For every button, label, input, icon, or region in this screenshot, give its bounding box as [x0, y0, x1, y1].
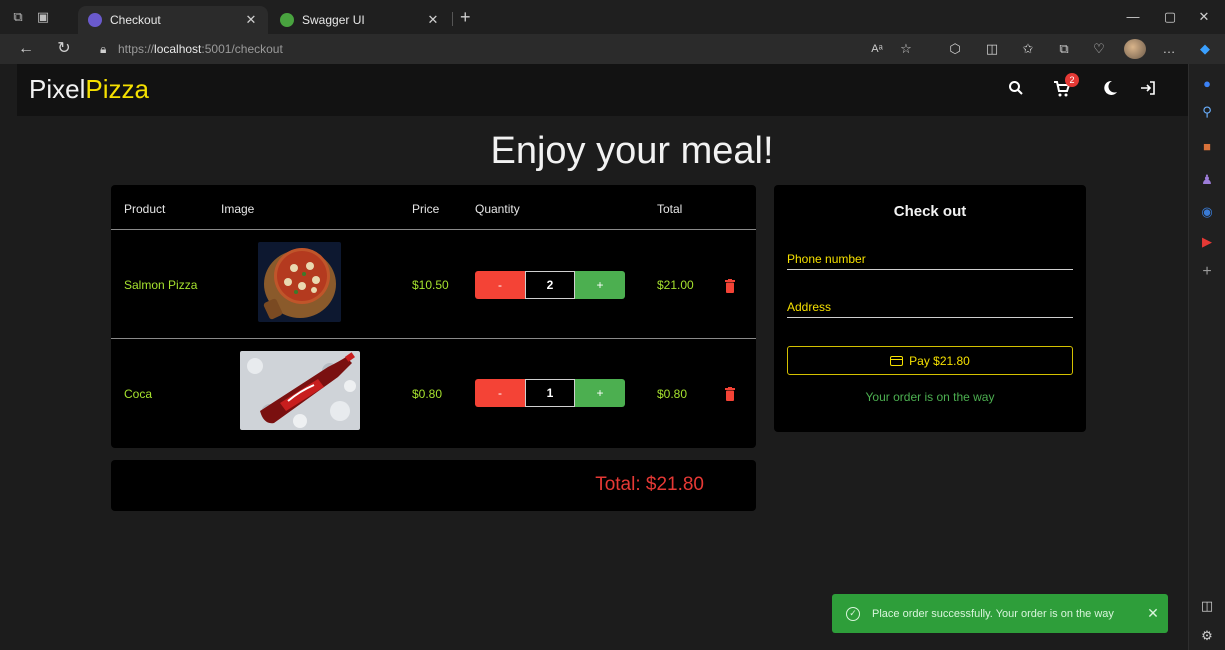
notification-bell-icon[interactable]: ● — [1199, 76, 1215, 92]
copilot-icon[interactable]: ◆ — [1196, 41, 1214, 57]
youtube-icon[interactable]: ▶ — [1199, 234, 1215, 250]
grand-total: Total: $21.80 — [595, 474, 704, 495]
split-screen-icon[interactable]: ◫ — [983, 41, 1001, 57]
order-status-message: Your order is on the way — [865, 390, 995, 404]
column-header-price: Price — [412, 202, 440, 216]
quantity-stepper: - 1 + — [475, 379, 625, 407]
product-name[interactable]: Coca — [124, 387, 152, 401]
cart-count-badge: 2 — [1065, 73, 1079, 87]
address-field[interactable]: Address — [787, 296, 1073, 318]
pay-button[interactable]: Pay $21.80 — [787, 346, 1073, 375]
cart-table: Product Image Price Quantity Total Salmo… — [111, 185, 756, 448]
favorites-icon[interactable]: ✩ — [1019, 41, 1037, 57]
address-toolbar: ← ↻ 🔒︎ https://localhost:5001/checkout A… — [0, 34, 1225, 64]
url-text: https://localhost:5001/checkout — [118, 42, 283, 56]
delete-trash-icon[interactable] — [725, 279, 735, 293]
add-sidebar-app-icon[interactable]: + — [1199, 264, 1215, 280]
salmon-pizza-image — [258, 242, 341, 322]
close-toast-icon[interactable]: ✕ — [1138, 605, 1168, 622]
tab-swagger[interactable]: Swagger UI ✕ — [270, 6, 450, 34]
dark-mode-icon[interactable] — [1100, 80, 1120, 100]
swagger-favicon-icon — [280, 13, 294, 27]
profile-avatar[interactable] — [1124, 39, 1146, 59]
workspaces-icon[interactable]: ⧉ — [10, 9, 26, 25]
tab-checkout[interactable]: Checkout ✕ — [78, 6, 268, 34]
browser-tab-strip: ⧉ ▣ Checkout ✕ Swagger UI ✕ + — ▢ ✕ — [0, 0, 1225, 34]
quantity-stepper: - 2 + — [475, 271, 625, 299]
minimize-icon[interactable]: — — [1125, 9, 1141, 24]
read-aloud-icon[interactable]: Aᵃ — [868, 41, 886, 57]
success-toast: ✓ Place order successfully. Your order i… — [832, 594, 1168, 633]
decrease-quantity-button[interactable]: - — [475, 379, 525, 407]
table-row: Coca $0.80 - 1 + $0.80 — [111, 339, 756, 448]
phone-number-field[interactable]: Phone number — [787, 248, 1073, 270]
increase-quantity-button[interactable]: + — [575, 379, 625, 407]
coca-cola-image — [240, 351, 360, 430]
close-tab-icon[interactable]: ✕ — [244, 12, 258, 28]
column-header-quantity: Quantity — [475, 202, 520, 216]
restore-icon[interactable]: ▢ — [1162, 9, 1178, 25]
increase-quantity-button[interactable]: + — [575, 271, 625, 299]
browser-essentials-icon[interactable]: ♡ — [1090, 41, 1108, 57]
checkout-panel: Check out Phone number Address Pay $21.8… — [774, 185, 1086, 432]
product-name[interactable]: Salmon Pizza — [124, 278, 197, 292]
refresh-icon[interactable]: ↻ — [55, 40, 73, 58]
product-price: $0.80 — [412, 387, 443, 401]
credit-card-icon — [890, 355, 904, 366]
line-total: $21.00 — [657, 278, 694, 292]
outlook-icon[interactable]: ◉ — [1199, 204, 1215, 220]
checkout-title: Check out — [893, 203, 967, 220]
delete-trash-icon[interactable] — [725, 387, 735, 401]
product-price: $10.50 — [412, 278, 449, 292]
app-root: PixelPizza 2 Enjoy your meal! Product Im… — [17, 64, 1188, 650]
grand-total-card: Total: $21.80 — [111, 460, 756, 511]
brand-logo[interactable]: PixelPizza — [29, 74, 149, 105]
address-input[interactable]: 🔒︎ https://localhost:5001/checkout — [92, 38, 862, 60]
check-circle-icon: ✓ — [846, 606, 860, 621]
line-total: $0.80 — [657, 387, 688, 401]
blazor-favicon-icon — [88, 13, 102, 27]
tab-actions-icon[interactable]: ▣ — [35, 9, 51, 25]
column-header-product: Product — [124, 202, 166, 216]
search-sidebar-icon[interactable]: ⚲ — [1199, 104, 1215, 120]
table-row: Salmon Pizza $10.50 - 2 + $21.00 — [111, 230, 756, 338]
search-icon[interactable] — [1006, 80, 1026, 100]
app-header: PixelPizza 2 — [17, 64, 1188, 116]
column-header-image: Image — [221, 202, 255, 216]
page-title: Enjoy your meal! — [490, 130, 774, 172]
close-window-icon[interactable]: ✕ — [1196, 9, 1212, 25]
close-tab-icon[interactable]: ✕ — [426, 12, 440, 28]
collections-icon[interactable]: ⧉ — [1055, 41, 1073, 57]
decrease-quantity-button[interactable]: - — [475, 271, 525, 299]
column-header-total: Total — [657, 202, 683, 216]
login-icon[interactable] — [1138, 80, 1158, 100]
games-icon[interactable]: ♟ — [1199, 172, 1215, 188]
more-menu-icon[interactable]: … — [1160, 41, 1178, 57]
back-icon[interactable]: ← — [17, 40, 35, 58]
extensions-icon[interactable]: ⬡ — [946, 41, 964, 57]
lock-icon: 🔒︎ — [100, 41, 107, 56]
sidebar-settings-icon[interactable]: ⚙ — [1199, 628, 1215, 644]
tab-divider — [452, 12, 453, 26]
quantity-value[interactable]: 1 — [525, 379, 575, 407]
hide-sidebar-icon[interactable]: ◫ — [1199, 598, 1215, 614]
new-tab-icon[interactable]: + — [460, 7, 471, 28]
quantity-value[interactable]: 2 — [525, 271, 575, 299]
favorite-star-icon[interactable]: ☆ — [897, 41, 915, 57]
